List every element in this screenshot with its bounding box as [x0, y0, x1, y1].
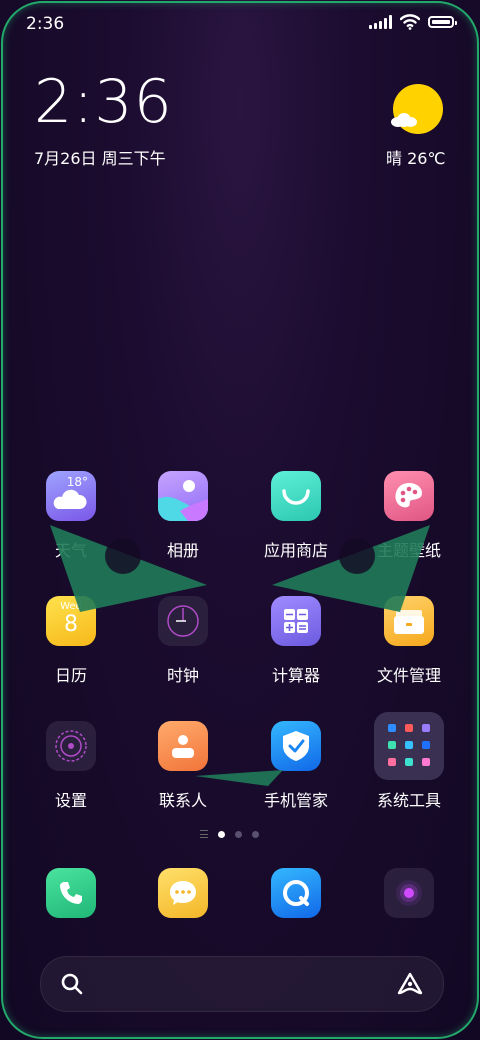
home-screen: 2:36 2:36 7月26日 周三下午 晴 26℃ 18° 天气: [0, 0, 480, 1040]
page-menu-icon: [200, 830, 208, 838]
page-indicator[interactable]: [200, 830, 259, 838]
assistant-icon[interactable]: [395, 971, 425, 997]
search-icon[interactable]: [59, 971, 85, 997]
search-bar[interactable]: [40, 956, 444, 1012]
browser-icon: [271, 868, 321, 918]
dock-browser[interactable]: [241, 868, 351, 918]
dock-phone[interactable]: [16, 868, 126, 918]
page-dot: [252, 830, 259, 838]
small-arrow: [195, 770, 283, 786]
camera-icon: [384, 868, 434, 918]
dock-messages[interactable]: [128, 868, 238, 918]
page-dot: [235, 830, 242, 838]
phone-icon: [46, 868, 96, 918]
messages-icon: [158, 868, 208, 918]
page-dot-active: [218, 830, 225, 838]
dock-camera[interactable]: [354, 868, 464, 918]
